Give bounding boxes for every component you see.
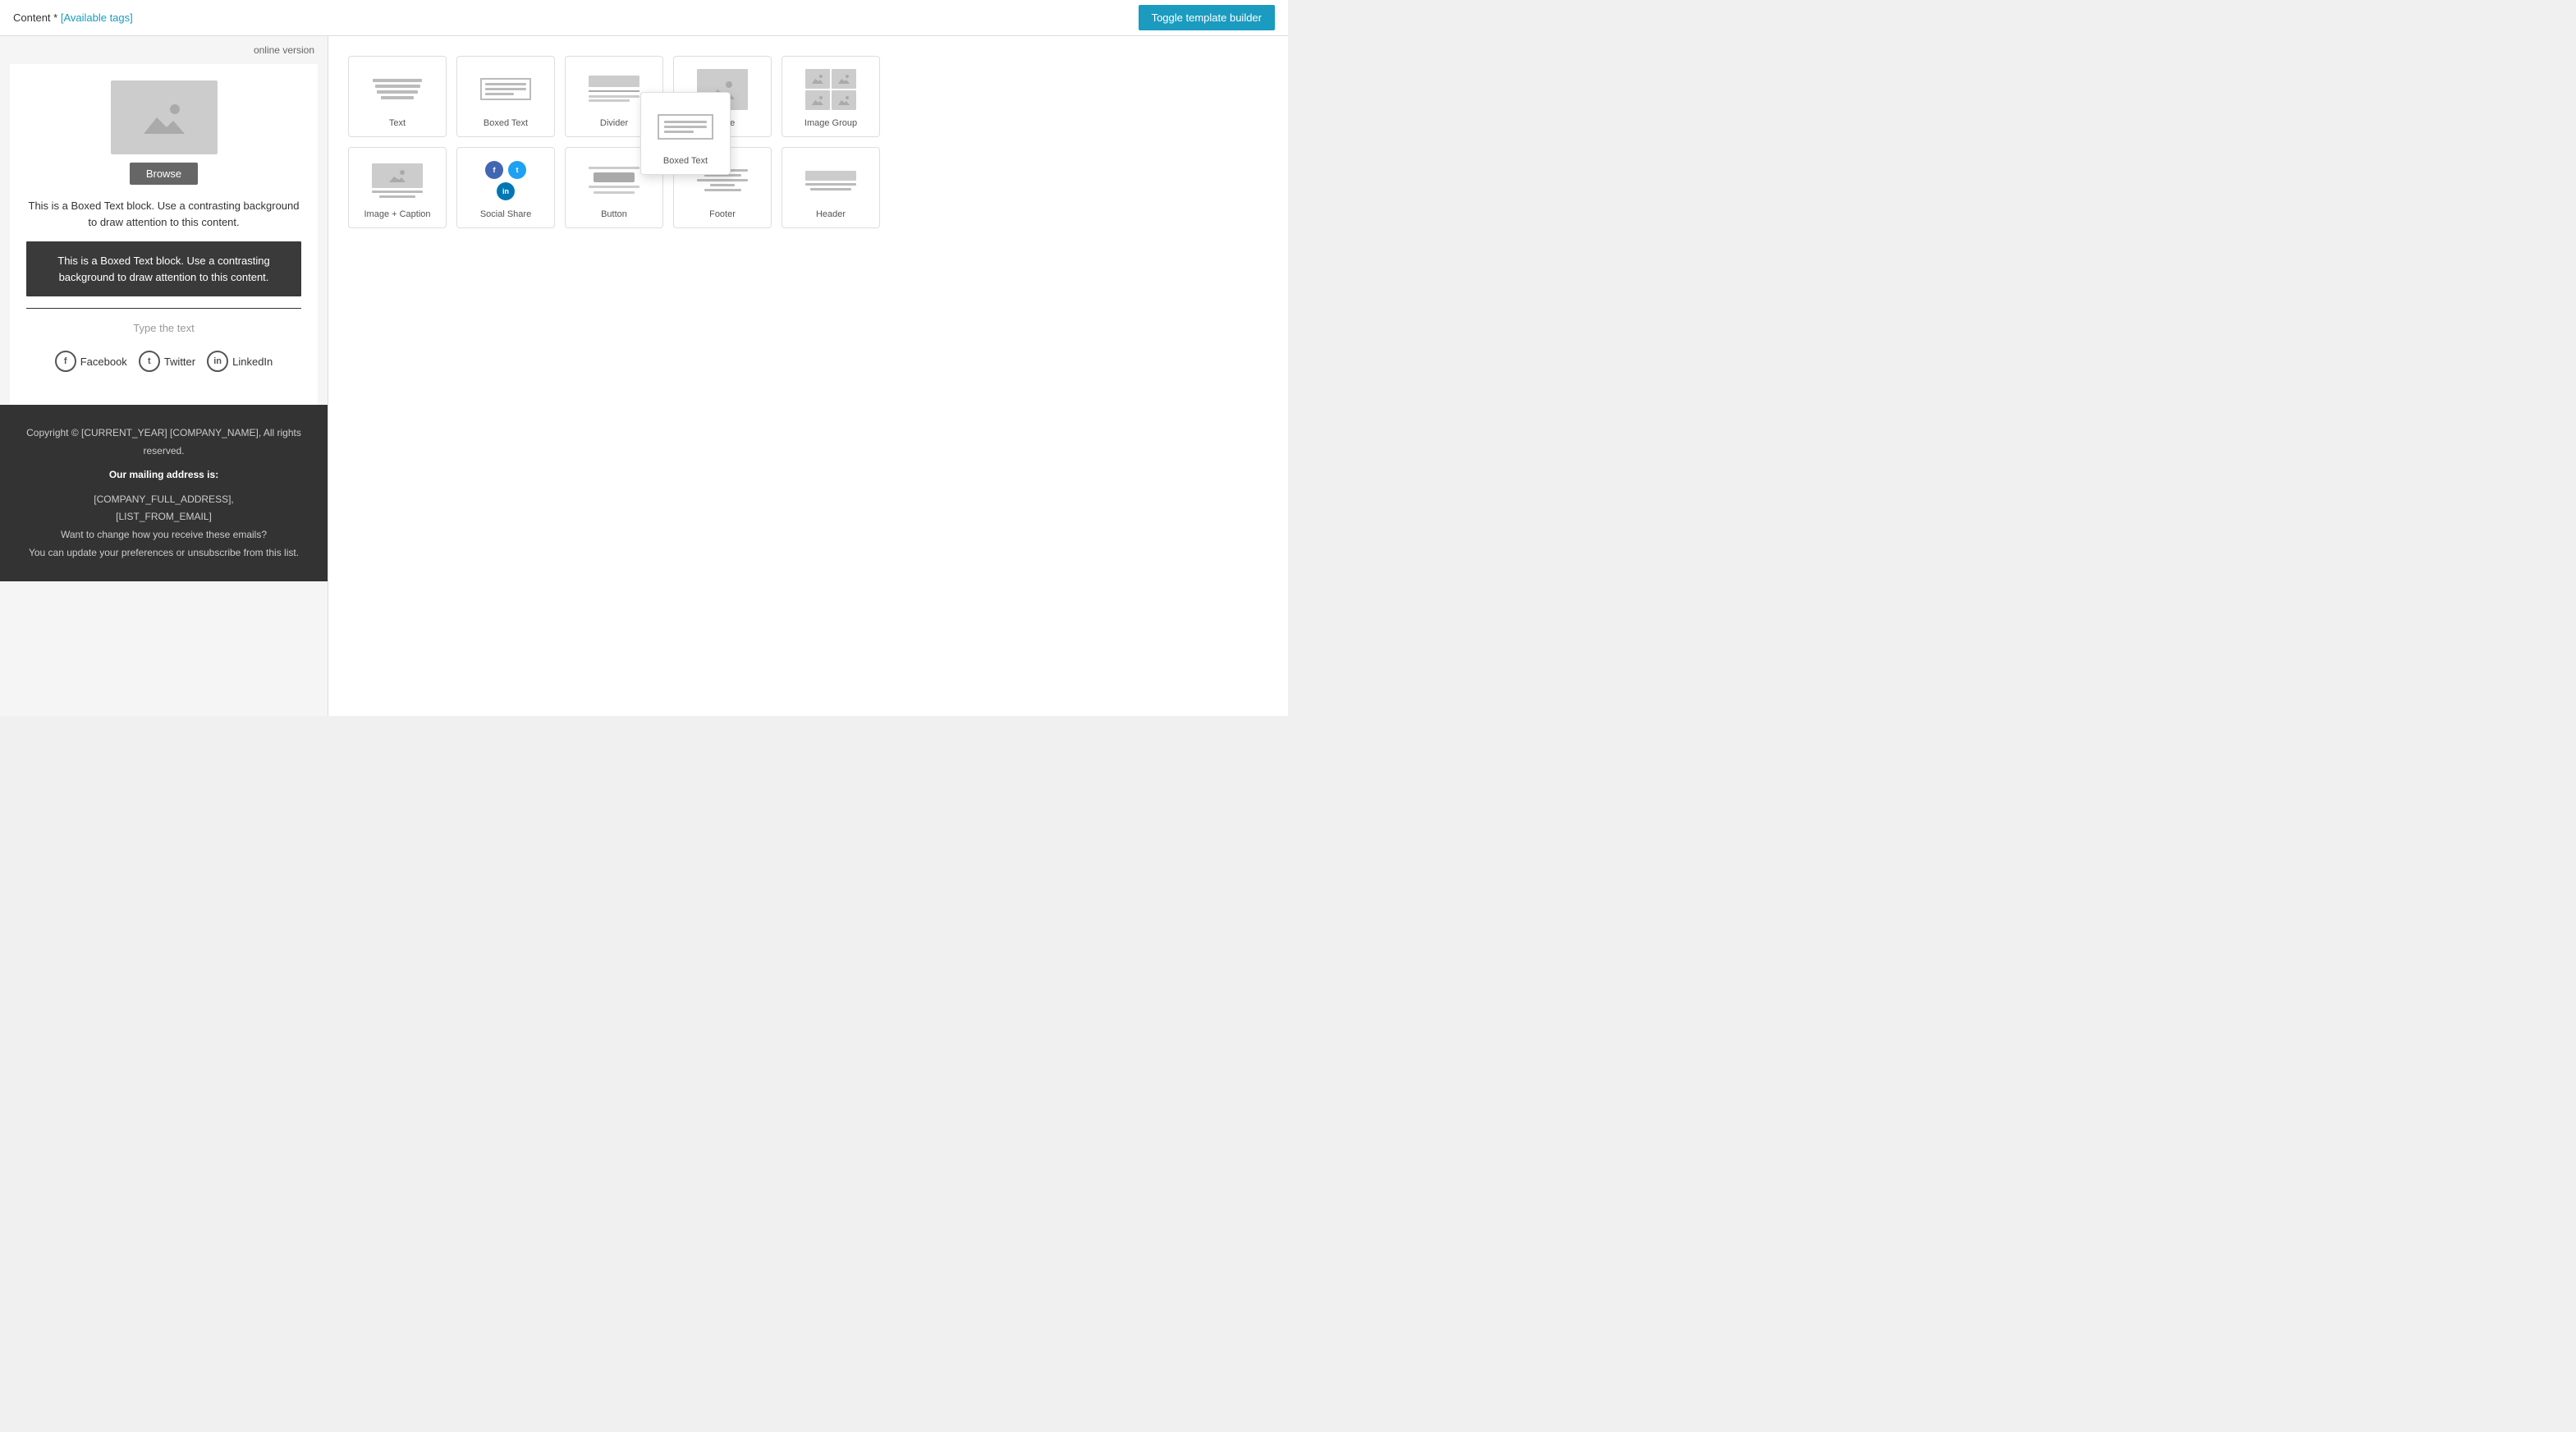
twitter-icon: t (139, 351, 160, 372)
block-item-social-share[interactable]: f t in Social Share (456, 147, 555, 228)
social-share-row: f Facebook t Twitter in LinkedIn (26, 351, 301, 372)
online-version-link[interactable]: online version (0, 36, 328, 64)
block-item-header[interactable]: Header (782, 147, 880, 228)
footer-change-text: Want to change how you receive these ema… (25, 526, 303, 544)
divider-line (26, 308, 301, 309)
block-item-boxed-text[interactable]: Boxed Text (456, 56, 555, 137)
facebook-social-item[interactable]: f Facebook (55, 351, 127, 372)
top-bar: Content * [Available tags] Toggle templa… (0, 0, 1288, 36)
block-label-button: Button (601, 209, 627, 219)
browse-button[interactable]: Browse (130, 163, 198, 185)
block-label-boxed-text: Boxed Text (484, 118, 528, 128)
block-item-image-caption[interactable]: Image + Caption (348, 147, 447, 228)
boxed-text-tooltip[interactable]: Boxed Text (640, 92, 731, 175)
twitter-social-item[interactable]: t Twitter (139, 351, 195, 372)
block-label-image-group: Image Group (804, 118, 857, 128)
footer-email: [LIST_FROM_EMAIL] (25, 508, 303, 526)
block-label-header: Header (816, 209, 846, 219)
image-group-block-icon (802, 67, 859, 112)
facebook-label: Facebook (80, 356, 127, 368)
block-label-image-caption: Image + Caption (364, 209, 430, 219)
text-block-icon (369, 67, 426, 112)
block-item-image-group[interactable]: Image Group (782, 56, 880, 137)
preview-content: Browse This is a Boxed Text block. Use a… (10, 64, 318, 405)
toggle-template-builder-button[interactable]: Toggle template builder (1139, 5, 1275, 30)
boxed-dark-text: This is a Boxed Text block. Use a contra… (26, 241, 301, 296)
image-placeholder-icon (144, 101, 185, 134)
linkedin-social-item[interactable]: in LinkedIn (207, 351, 273, 372)
block-label-text: Text (389, 118, 406, 128)
footer-section: Copyright © [CURRENT_YEAR] [COMPANY_NAME… (0, 405, 328, 581)
twitter-label: Twitter (164, 356, 195, 368)
boxed-text-block-icon (477, 67, 534, 112)
main-layout: online version Browse This is a Boxed Te… (0, 36, 1288, 716)
block-label-divider: Divider (600, 118, 628, 128)
preview-panel: online version Browse This is a Boxed Te… (0, 36, 328, 716)
builder-panel: Text Boxed Text (328, 36, 1288, 716)
divider-block-icon (589, 67, 639, 112)
footer-copyright: Copyright © [CURRENT_YEAR] [COMPANY_NAME… (25, 425, 303, 460)
tooltip-label: Boxed Text (663, 156, 708, 166)
tooltip-boxed-text-icon (657, 104, 714, 149)
block-grid: Text Boxed Text (341, 49, 1275, 235)
button-block-icon (585, 158, 643, 203)
content-text: Content * (13, 11, 57, 24)
available-tags-link[interactable]: [Available tags] (61, 11, 133, 24)
linkedin-label: LinkedIn (232, 356, 273, 368)
facebook-icon: f (55, 351, 76, 372)
footer-address: [COMPANY_FULL_ADDRESS], (25, 491, 303, 509)
social-share-block-icon: f t in (477, 158, 534, 203)
image-placeholder (111, 80, 218, 154)
block-item-text[interactable]: Text (348, 56, 447, 137)
image-caption-block-icon (369, 158, 426, 203)
header-block-icon (802, 158, 859, 203)
linkedin-icon: in (207, 351, 228, 372)
footer-unsubscribe-text: You can update your preferences or unsub… (25, 544, 303, 562)
block-text: This is a Boxed Text block. Use a contra… (26, 198, 301, 230)
type-text-placeholder[interactable]: Type the text (26, 322, 301, 334)
block-label-footer: Footer (709, 209, 736, 219)
block-label-social-share: Social Share (480, 209, 531, 219)
content-label: Content * [Available tags] (13, 11, 133, 24)
footer-mailing-label: Our mailing address is: (25, 466, 303, 484)
